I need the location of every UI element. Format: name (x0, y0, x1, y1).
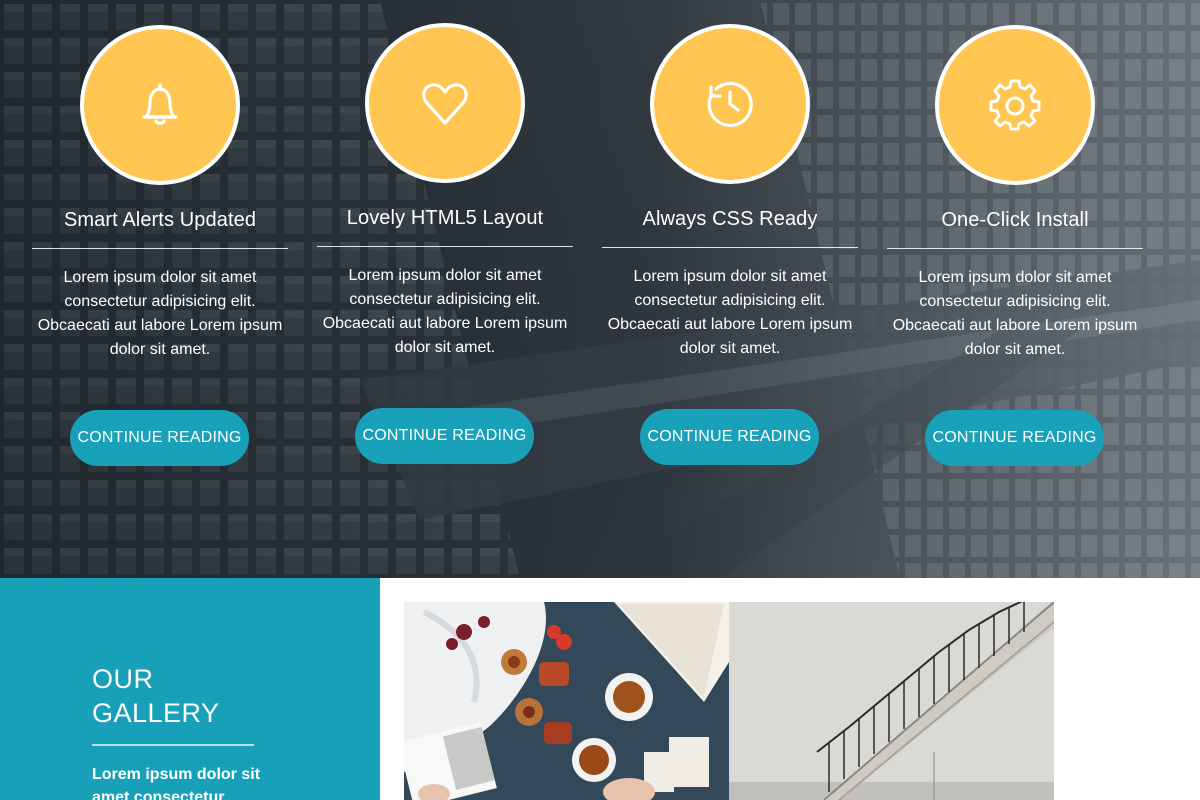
clock-icon (707, 81, 753, 128)
gallery-intro-panel: OUR GALLERY Lorem ipsum dolor sit amet c… (0, 578, 380, 800)
feature-description: Lorem ipsum dolor sit amet consectetur a… (37, 269, 283, 358)
feature-icon-circle (365, 23, 525, 183)
feature-icon-circle (935, 25, 1095, 185)
gallery-title-line2: GALLERY (92, 698, 220, 728)
feature-divider (602, 247, 858, 248)
gallery-photo-staircase[interactable] (729, 602, 1054, 800)
gallery-photo-breakfast[interactable] (404, 602, 729, 800)
gallery-title-line1: OUR (92, 664, 154, 694)
feature-icon-circle (650, 24, 810, 184)
feature-title: Lovely HTML5 Layout (346, 207, 544, 229)
feature-title: Smart Alerts Updated (63, 209, 257, 231)
heart-icon (422, 83, 468, 125)
feature-divider (32, 248, 288, 249)
features-grid: Smart Alerts Updated Lorem ipsum dolor s… (0, 0, 1200, 578)
feature-icon-circle (80, 25, 240, 185)
continue-reading-button[interactable]: CONTINUE READING (640, 409, 819, 465)
feature-card-smart-alerts: Smart Alerts Updated Lorem ipsum dolor s… (32, 0, 288, 578)
continue-reading-button[interactable]: CONTINUE READING (925, 410, 1104, 466)
gallery-title: OUR GALLERY (92, 662, 292, 730)
feature-card-one-click-install: One-Click Install Lorem ipsum dolor sit … (887, 0, 1143, 578)
features-section: Smart Alerts Updated Lorem ipsum dolor s… (0, 0, 1200, 578)
feature-card-css-ready: Always CSS Ready Lorem ipsum dolor sit a… (602, 0, 858, 578)
gallery-description: Lorem ipsum dolor sit amet consectetur (92, 766, 261, 800)
gear-icon (989, 79, 1041, 131)
feature-description: Lorem ipsum dolor sit amet consectetur a… (607, 268, 853, 357)
continue-reading-button[interactable]: CONTINUE READING (355, 408, 534, 464)
feature-divider (887, 248, 1143, 249)
continue-reading-button[interactable]: CONTINUE READING (70, 410, 249, 466)
feature-title: One-Click Install (941, 209, 1089, 231)
bell-icon (142, 83, 178, 125)
feature-description: Lorem ipsum dolor sit amet consectetur a… (892, 269, 1138, 358)
feature-divider (317, 246, 573, 247)
feature-description: Lorem ipsum dolor sit amet consectetur a… (322, 267, 568, 356)
feature-title: Always CSS Ready (642, 208, 818, 230)
gallery-divider (92, 744, 254, 746)
feature-card-html5-layout: Lovely HTML5 Layout Lorem ipsum dolor si… (317, 0, 573, 578)
